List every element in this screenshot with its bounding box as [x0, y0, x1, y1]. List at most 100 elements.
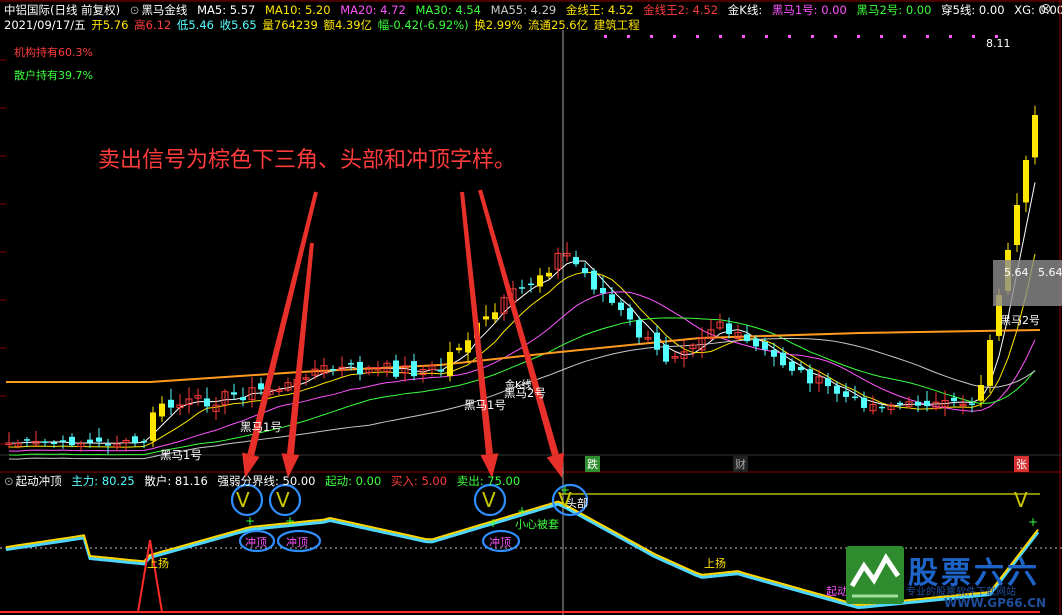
- candlestick: [609, 286, 615, 306]
- candlestick: [32, 431, 40, 448]
- candle-body: [87, 439, 93, 443]
- sell-signal-annotation: 卖出信号为棕色下三角、头部和冲顶字样。: [98, 148, 517, 173]
- logo-icon: [846, 546, 904, 604]
- candlestick: [87, 432, 93, 448]
- current-price-label: 5.64: [1004, 266, 1029, 279]
- signal-dot: [834, 35, 837, 38]
- candle-body: [636, 320, 642, 338]
- arrow-shaft: [247, 191, 318, 456]
- candle-body: [519, 287, 525, 289]
- candle-body: [141, 441, 147, 443]
- candle-body: [582, 268, 588, 274]
- candlestick: [537, 268, 543, 293]
- candle-body: [411, 361, 417, 377]
- candlestick: [932, 392, 940, 411]
- candlestick: [969, 397, 975, 413]
- candlestick: [528, 277, 534, 293]
- signal-dot: [788, 35, 791, 38]
- candlestick: [357, 355, 363, 381]
- candlestick: [275, 386, 283, 396]
- candle-body: [924, 400, 930, 407]
- candlestick: [411, 353, 417, 381]
- sub-collapse-icon[interactable]: ⊙: [4, 474, 14, 488]
- candle-body: [843, 391, 849, 397]
- candle-body: [456, 347, 462, 351]
- green-cross: +: [285, 514, 295, 528]
- candle-body: [231, 392, 237, 395]
- candle-body: [492, 312, 498, 320]
- candle-body: [96, 437, 102, 442]
- high-price-label: 8.11: [986, 37, 1011, 50]
- candle-body: [627, 308, 633, 320]
- candlestick: [212, 396, 220, 420]
- candlestick: [600, 276, 606, 302]
- v-mark-3: V: [482, 488, 496, 512]
- candlestick: [176, 393, 184, 416]
- logo-url: WWW.GP66.CN: [944, 596, 1047, 610]
- signal-dot: [949, 35, 952, 38]
- candle-body: [546, 272, 552, 277]
- sub-name[interactable]: 起动冲顶: [16, 474, 62, 488]
- candle-body: [744, 334, 750, 342]
- candlestick: [582, 262, 588, 278]
- candlestick: [284, 377, 292, 393]
- candlestick: [122, 437, 130, 452]
- candle-body: [789, 361, 795, 371]
- right-price-label: 5.64: [1038, 266, 1062, 279]
- signal-dot: [811, 35, 814, 38]
- candle-body: [60, 440, 66, 442]
- signal-dot: [903, 35, 906, 38]
- candle-body: [483, 316, 489, 320]
- candlestick: [789, 358, 795, 376]
- candle-body: [438, 369, 444, 372]
- candle-body: [348, 363, 354, 365]
- candle-body: [915, 401, 921, 406]
- candlestick: [618, 298, 624, 316]
- candlestick: [951, 392, 957, 407]
- candle-body: [951, 397, 957, 402]
- candlestick: [393, 354, 399, 380]
- candlestick: [1023, 155, 1029, 213]
- candle-body: [168, 399, 174, 408]
- candlestick: [132, 433, 138, 447]
- candle-body: [393, 360, 399, 377]
- signal-dot: [926, 35, 929, 38]
- signal-dot: [627, 35, 630, 38]
- candlestick: [330, 365, 336, 376]
- candle-body: [879, 406, 885, 409]
- candlestick: [959, 395, 967, 415]
- candle-body: [834, 385, 840, 394]
- candlestick: [194, 388, 202, 406]
- signal-dot: [719, 35, 722, 38]
- mairu-value: 买入: 5.00: [390, 474, 448, 488]
- candle-body: [69, 436, 75, 446]
- maichu-value: 卖出: 75.00: [456, 474, 521, 488]
- candlestick: [987, 334, 993, 393]
- arrow-shaft: [478, 189, 559, 456]
- v-mark-2: V: [276, 488, 290, 512]
- sub-indicator-header: ⊙ 起动冲顶 主力: 80.25 散户: 81.16 强弱分界线: 50.00 起…: [4, 473, 526, 489]
- watermark-logo: 股票六六 专业的股票软件下载网站 WWW.GP66.CN: [846, 546, 1058, 612]
- candle-body: [150, 412, 156, 441]
- candlestick: [671, 351, 679, 363]
- signal-dot: [696, 35, 699, 38]
- candle-body: [1014, 205, 1020, 246]
- jink-label: 金K线: [505, 380, 532, 391]
- candlestick: [780, 347, 786, 368]
- zhang-tag: 张: [1014, 456, 1029, 472]
- candle-body: [132, 436, 138, 443]
- red-arrow: [242, 191, 318, 478]
- candle-body: [1032, 115, 1038, 158]
- candle-body: [24, 439, 30, 441]
- candle-body: [51, 442, 57, 445]
- candlestick: [320, 357, 328, 379]
- arrow-shaft: [460, 191, 493, 455]
- shangyang-label-2: 上扬: [704, 557, 726, 570]
- candle-body: [609, 294, 615, 303]
- qidong-spike: [137, 539, 163, 613]
- candlestick: [338, 356, 346, 377]
- candlestick: [689, 342, 697, 358]
- candlestick: [221, 388, 229, 415]
- green-cross: +: [488, 516, 498, 530]
- candlestick: [591, 268, 597, 295]
